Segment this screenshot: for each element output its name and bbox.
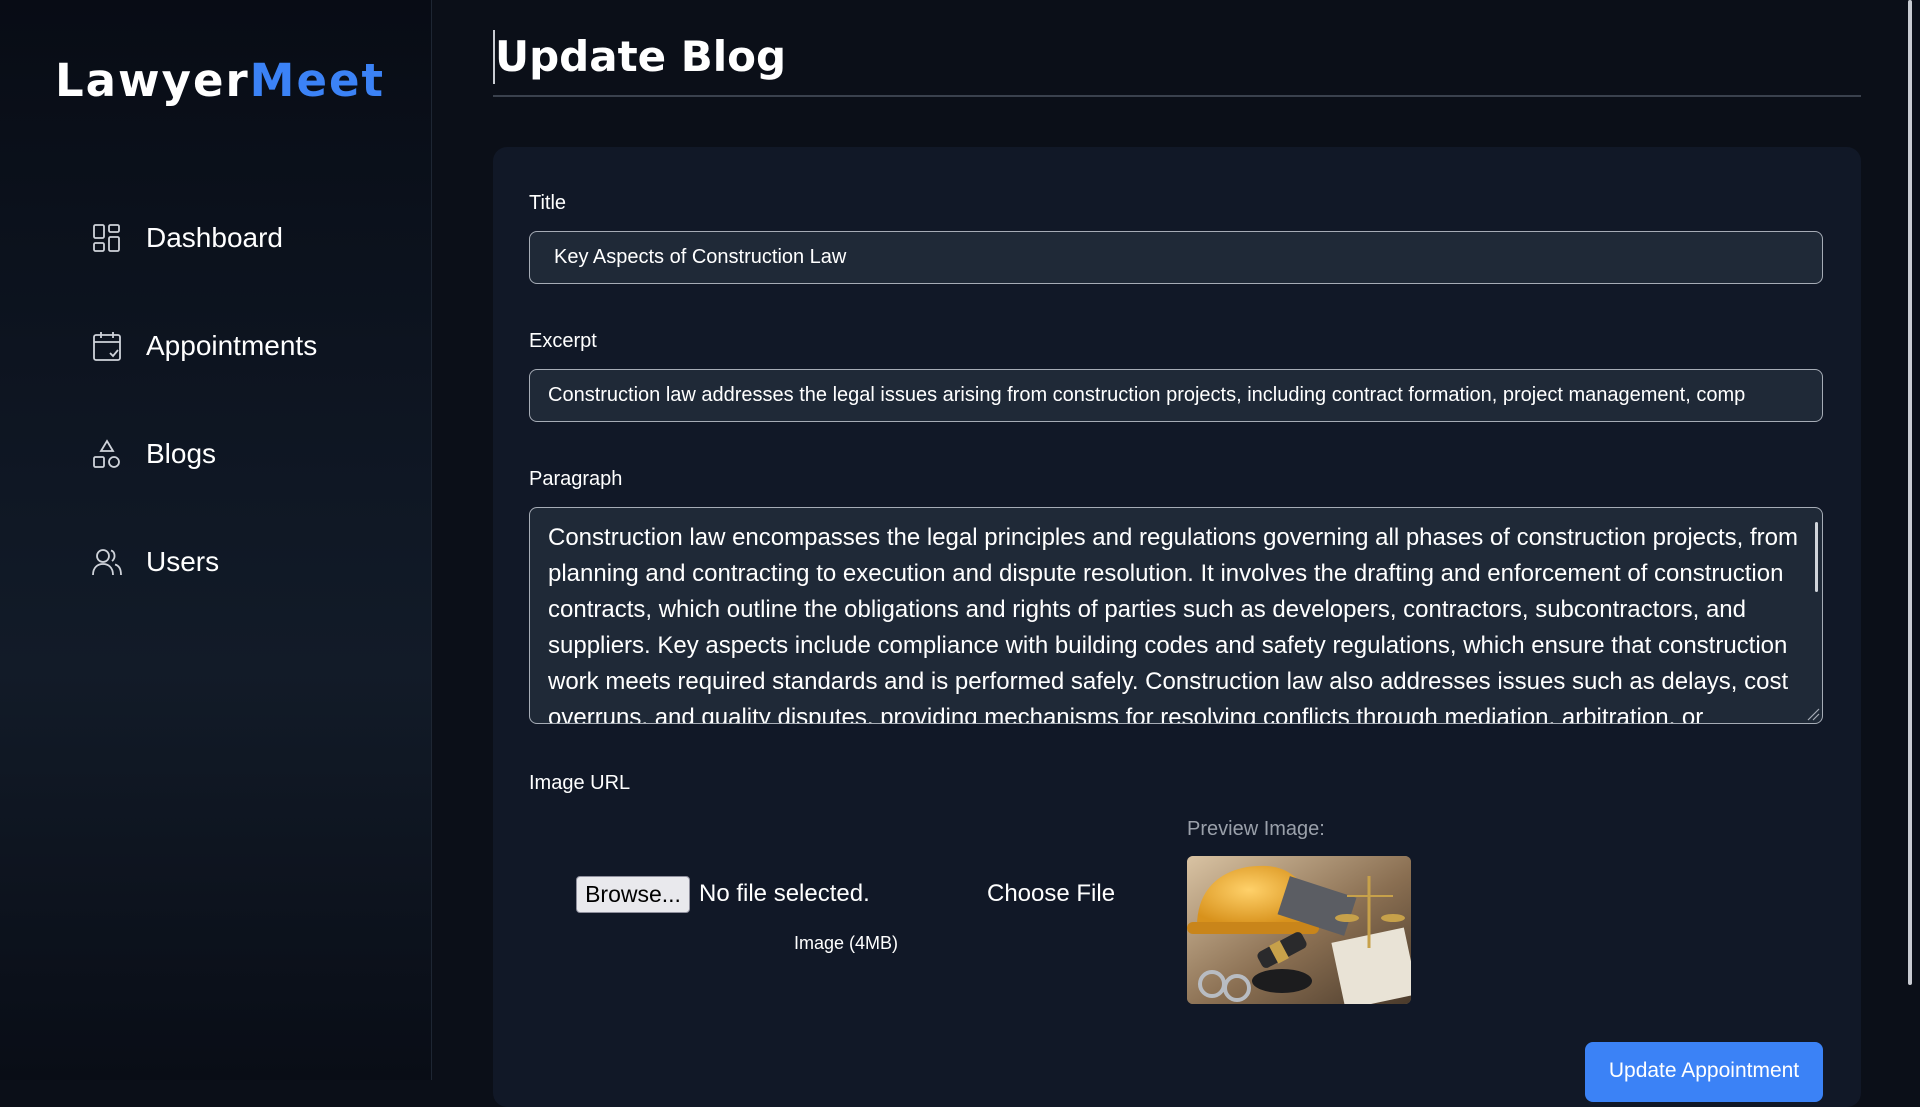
preview-image-label: Preview Image: (1187, 818, 1325, 840)
sidebar-item-dashboard[interactable]: Dashboard (90, 208, 317, 268)
title-input[interactable]: Key Aspects of Construction Law (529, 231, 1823, 284)
choose-file-label[interactable]: Choose File (987, 880, 1115, 908)
sidebar-item-appointments[interactable]: Appointments (90, 316, 317, 376)
sidebar-item-blogs[interactable]: Blogs (90, 424, 317, 484)
main-content: Update Blog Title Key Aspects of Constru… (493, 0, 1861, 1107)
title-label: Title (529, 192, 567, 214)
image-size-note: Image (4MB) (794, 933, 899, 953)
textarea-scrollbar[interactable] (1815, 522, 1818, 592)
no-file-text: No file selected. (699, 880, 870, 907)
sidebar-nav: Dashboard Appointments Blogs Users (90, 208, 317, 640)
sidebar-item-label: Appointments (146, 330, 318, 361)
page-title: Update Blog (493, 30, 786, 84)
brand-logo[interactable]: LawyerMeet (55, 54, 385, 107)
sidebar: LawyerMeet Dashboard Appointments Blogs … (0, 0, 432, 1080)
users-icon (90, 545, 124, 579)
paragraph-text: Construction law encompasses the legal p… (548, 524, 1799, 724)
blog-form-card: Title Key Aspects of Construction Law Ex… (493, 147, 1861, 1107)
excerpt-input[interactable]: Construction law addresses the legal iss… (529, 369, 1823, 422)
sidebar-item-label: Users (146, 546, 220, 577)
shapes-icon (90, 437, 124, 471)
paragraph-label: Paragraph (529, 468, 623, 490)
excerpt-label: Excerpt (529, 330, 597, 352)
dashboard-grid-icon (90, 221, 124, 255)
sidebar-item-label: Blogs (146, 438, 217, 469)
sidebar-item-label: Dashboard (146, 222, 283, 253)
sidebar-item-users[interactable]: Users (90, 532, 317, 592)
preview-image (1187, 856, 1411, 1004)
resize-grip-icon[interactable] (1806, 707, 1820, 721)
browse-button[interactable]: Browse... (576, 876, 690, 913)
page-scrollbar[interactable] (1908, 0, 1912, 985)
brand-logo-part2: Meet (249, 54, 386, 107)
paragraph-textarea[interactable]: Construction law encompasses the legal p… (529, 507, 1823, 724)
image-url-label: Image URL (529, 772, 631, 794)
update-appointment-button[interactable]: Update Appointment (1585, 1042, 1823, 1102)
calendar-check-icon (90, 329, 124, 363)
brand-logo-part1: Lawyer (55, 54, 250, 107)
title-divider (493, 95, 1861, 97)
